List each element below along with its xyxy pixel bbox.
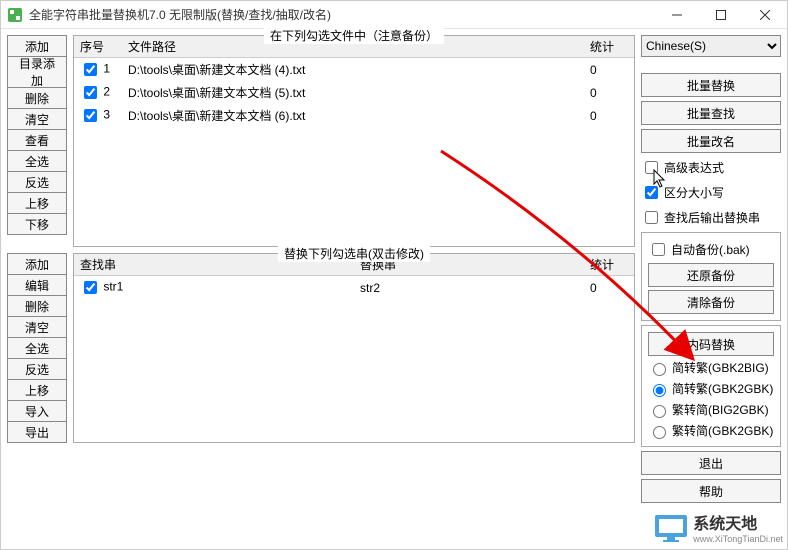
- edit-rule-button[interactable]: 编辑: [7, 274, 67, 296]
- invert-files-button[interactable]: 反选: [7, 171, 67, 193]
- app-icon: [7, 7, 23, 23]
- invert-rules-button[interactable]: 反选: [7, 358, 67, 380]
- rule-stat-cell: 0: [584, 276, 634, 300]
- select-all-rules-button[interactable]: 全选: [7, 337, 67, 359]
- row-checkbox[interactable]: [84, 63, 97, 76]
- case-sensitive-check[interactable]: 区分大小写: [641, 182, 781, 203]
- add-dir-button[interactable]: 目录添加: [7, 56, 67, 88]
- col-stat2[interactable]: 统计: [584, 254, 634, 276]
- view-button[interactable]: 查看: [7, 129, 67, 151]
- auto-backup-checkbox[interactable]: [652, 243, 665, 256]
- advanced-expr-check[interactable]: 高级表达式: [641, 157, 781, 178]
- file-path-cell: D:\tools\桌面\新建文本文档 (5).txt: [122, 81, 584, 104]
- replace-table-wrap[interactable]: 查找串 替换串 统计 str1 str2 0: [74, 254, 634, 442]
- file-path-cell: D:\tools\桌面\新建文本文档 (6).txt: [122, 104, 584, 127]
- row-checkbox[interactable]: [84, 86, 97, 99]
- replace-cell: str2: [354, 276, 584, 300]
- file-path-cell: D:\tools\桌面\新建文本文档 (4).txt: [122, 58, 584, 82]
- table-row[interactable]: 1 D:\tools\桌面\新建文本文档 (4).txt 0: [74, 58, 634, 82]
- output-after-find-checkbox[interactable]: [645, 211, 658, 224]
- enc-opt-3[interactable]: 繁转简(GBK2GBK): [648, 421, 774, 440]
- enc-opt-1[interactable]: 简转繁(GBK2GBK): [648, 379, 774, 398]
- encoding-select[interactable]: Chinese(S): [641, 35, 781, 57]
- content-area: 添加 目录添加 删除 清空 查看 全选 反选 上移 下移 在下列勾选文件中（注意…: [1, 29, 787, 549]
- col-seq[interactable]: 序号: [74, 36, 122, 58]
- files-legend: 在下列勾选文件中（注意备份）: [264, 27, 444, 44]
- files-fieldset: 在下列勾选文件中（注意备份） 序号 文件路径 统计 1 D:\too: [73, 35, 635, 247]
- col-stat[interactable]: 统计: [584, 36, 634, 58]
- select-all-files-button[interactable]: 全选: [7, 150, 67, 172]
- delete-file-button[interactable]: 删除: [7, 87, 67, 109]
- auto-backup-check[interactable]: 自动备份(.bak): [648, 239, 774, 260]
- import-rules-button[interactable]: 导入: [7, 400, 67, 422]
- replace-fieldset: 替换下列勾选串(双击修改) 查找串 替换串 统计 str1 str2: [73, 253, 635, 443]
- batch-replace-button[interactable]: 批量替换: [641, 73, 781, 97]
- titlebar: 全能字符串批量替换机7.0 无限制版(替换/查找/抽取/改名): [1, 1, 787, 29]
- files-table-wrap[interactable]: 序号 文件路径 统计 1 D:\tools\桌面\新建文本文档 (4).txt …: [74, 36, 634, 246]
- enc-radio-1[interactable]: [653, 384, 666, 397]
- files-table: 序号 文件路径 统计 1 D:\tools\桌面\新建文本文档 (4).txt …: [74, 36, 634, 127]
- advanced-expr-checkbox[interactable]: [645, 161, 658, 174]
- delete-rule-button[interactable]: 删除: [7, 295, 67, 317]
- add-file-button[interactable]: 添加: [7, 35, 67, 57]
- replace-legend: 替换下列勾选串(双击修改): [278, 245, 430, 262]
- table-row[interactable]: 2 D:\tools\桌面\新建文本文档 (5).txt 0: [74, 81, 634, 104]
- exit-button[interactable]: 退出: [641, 451, 781, 475]
- enc-radio-2[interactable]: [653, 405, 666, 418]
- file-stat-cell: 0: [584, 104, 634, 127]
- encoding-combo[interactable]: Chinese(S): [641, 35, 781, 57]
- batch-find-button[interactable]: 批量查找: [641, 101, 781, 125]
- file-stat-cell: 0: [584, 81, 634, 104]
- add-rule-button[interactable]: 添加: [7, 253, 67, 275]
- help-button[interactable]: 帮助: [641, 479, 781, 503]
- move-up-file-button[interactable]: 上移: [7, 192, 67, 214]
- close-button[interactable]: [743, 1, 787, 28]
- file-toolbar: 添加 目录添加 删除 清空 查看 全选 反选 上移 下移: [7, 35, 67, 247]
- row-checkbox[interactable]: [84, 109, 97, 122]
- clear-files-button[interactable]: 清空: [7, 108, 67, 130]
- move-down-file-button[interactable]: 下移: [7, 213, 67, 235]
- file-stat-cell: 0: [584, 58, 634, 82]
- table-row[interactable]: 3 D:\tools\桌面\新建文本文档 (6).txt 0: [74, 104, 634, 127]
- batch-rename-button[interactable]: 批量改名: [641, 129, 781, 153]
- row-checkbox[interactable]: [84, 281, 97, 294]
- clear-rules-button[interactable]: 清空: [7, 316, 67, 338]
- enc-opt-0[interactable]: 简转繁(GBK2BIG): [648, 358, 774, 377]
- backup-group: 自动备份(.bak) 还原备份 清除备份: [641, 232, 781, 321]
- replace-toolbar: 添加 编辑 删除 清空 全选 反选 上移 导入 导出: [7, 253, 67, 443]
- table-row[interactable]: str1 str2 0: [74, 276, 634, 300]
- enc-opt-2[interactable]: 繁转简(BIG2GBK): [648, 400, 774, 419]
- window-title: 全能字符串批量替换机7.0 无限制版(替换/查找/抽取/改名): [29, 6, 655, 23]
- encode-replace-button[interactable]: 内码替换: [648, 332, 774, 356]
- maximize-button[interactable]: [699, 1, 743, 28]
- export-rules-button[interactable]: 导出: [7, 421, 67, 443]
- right-panel: Chinese(S) 批量替换 批量查找 批量改名 高级表达式 区分大小写 查找…: [641, 35, 781, 543]
- restore-backup-button[interactable]: 还原备份: [648, 263, 774, 287]
- app-window: 全能字符串批量替换机7.0 无限制版(替换/查找/抽取/改名) 添加 目录添加 …: [0, 0, 788, 550]
- case-sensitive-checkbox[interactable]: [645, 186, 658, 199]
- clear-backup-button[interactable]: 清除备份: [648, 290, 774, 314]
- enc-radio-0[interactable]: [653, 363, 666, 376]
- encoding-group: 内码替换 简转繁(GBK2BIG) 简转繁(GBK2GBK) 繁转简(BIG2G…: [641, 325, 781, 447]
- enc-radio-3[interactable]: [653, 426, 666, 439]
- minimize-button[interactable]: [655, 1, 699, 28]
- window-controls: [655, 1, 787, 28]
- move-up-rule-button[interactable]: 上移: [7, 379, 67, 401]
- output-after-find-check[interactable]: 查找后输出替换串: [641, 207, 781, 228]
